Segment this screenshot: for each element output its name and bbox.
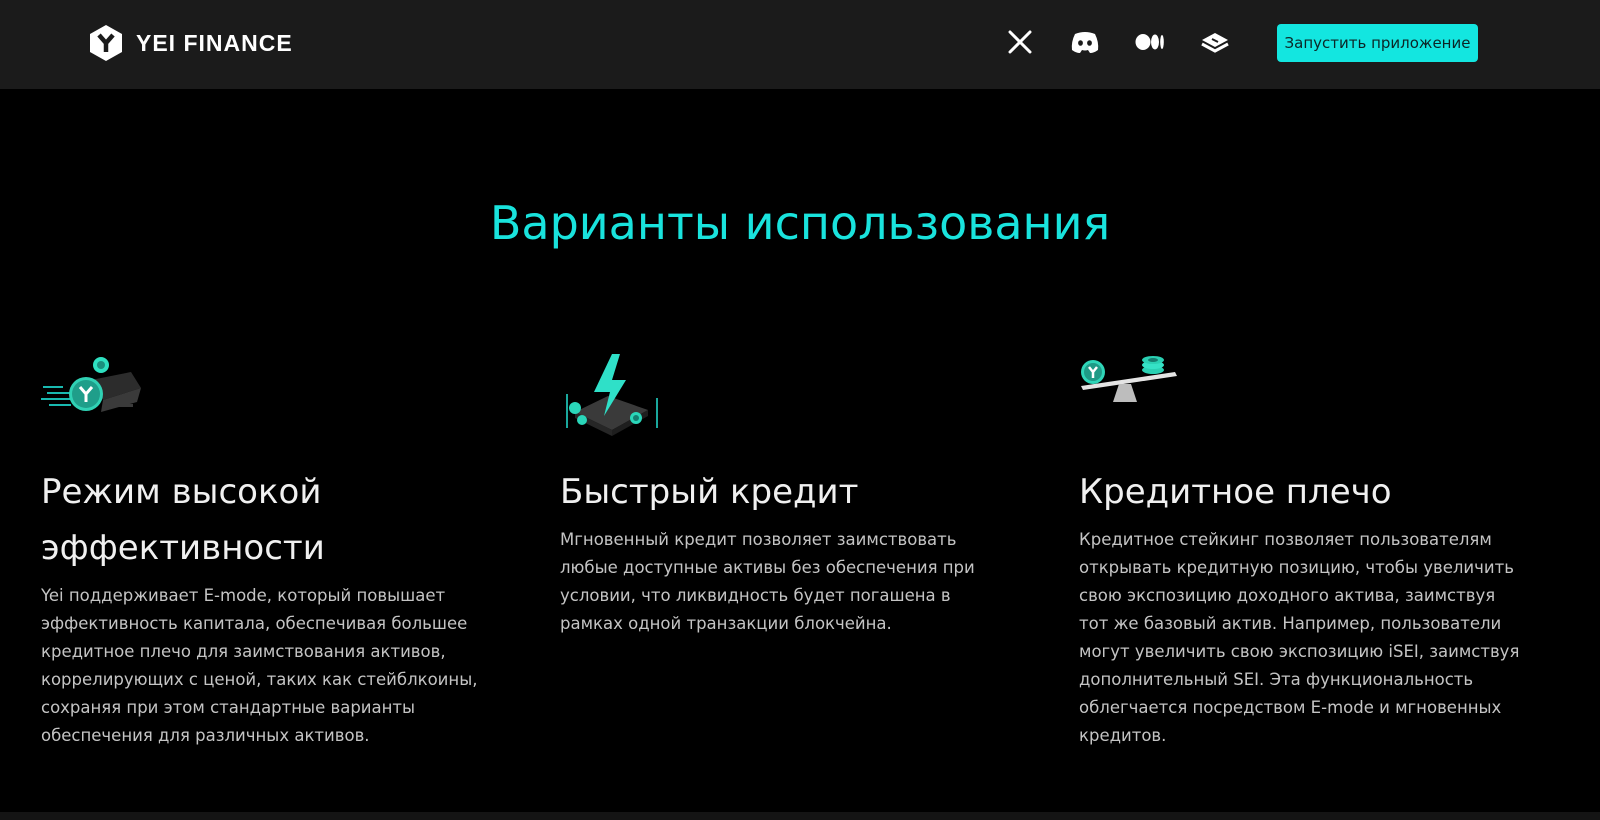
section-title: Варианты использования xyxy=(489,196,1111,250)
use-case-card-leverage: Кредитное плечо Кредитное стейкинг позво… xyxy=(1079,350,1529,750)
card-description: Кредитное стейкинг позволяет пользовател… xyxy=(1079,530,1520,745)
speed-coin-illustration-icon xyxy=(41,357,141,412)
docs-icon xyxy=(1201,33,1229,53)
balance-scale-illustration-icon xyxy=(1081,356,1177,402)
brand-name: YEI FINANCE xyxy=(136,29,293,56)
top-header: YEI FINANCE Запустить приложение xyxy=(0,0,1600,89)
card-description: Yei поддерживает E-mode, который повышае… xyxy=(41,586,478,745)
medium-link[interactable] xyxy=(1132,24,1168,60)
brand-logo[interactable]: YEI FINANCE xyxy=(88,24,293,62)
yei-logo-icon xyxy=(90,25,122,61)
launch-app-button[interactable]: Запустить приложение xyxy=(1277,24,1478,62)
discord-link[interactable] xyxy=(1067,24,1103,60)
card-title: Кредитное плечо xyxy=(1079,472,1392,512)
card-title: Быстрый кредит xyxy=(560,472,859,512)
lightning-illustration-icon xyxy=(566,354,658,436)
discord-icon xyxy=(1071,32,1099,53)
medium-icon xyxy=(1135,34,1164,50)
card-description: Мгновенный кредит позволяет заимствовать… xyxy=(560,530,975,633)
use-case-card-flash-loan: Быстрый кредит Мгновенный кредит позволя… xyxy=(560,350,980,638)
x-link[interactable] xyxy=(1002,24,1038,60)
x-icon xyxy=(1008,30,1032,54)
use-case-card-emode: Режим высокой эффективности Yei поддержи… xyxy=(41,350,481,750)
footer-edge xyxy=(0,812,1600,820)
card-title: Режим высокой эффективности xyxy=(41,472,325,568)
docs-link[interactable] xyxy=(1197,24,1233,60)
